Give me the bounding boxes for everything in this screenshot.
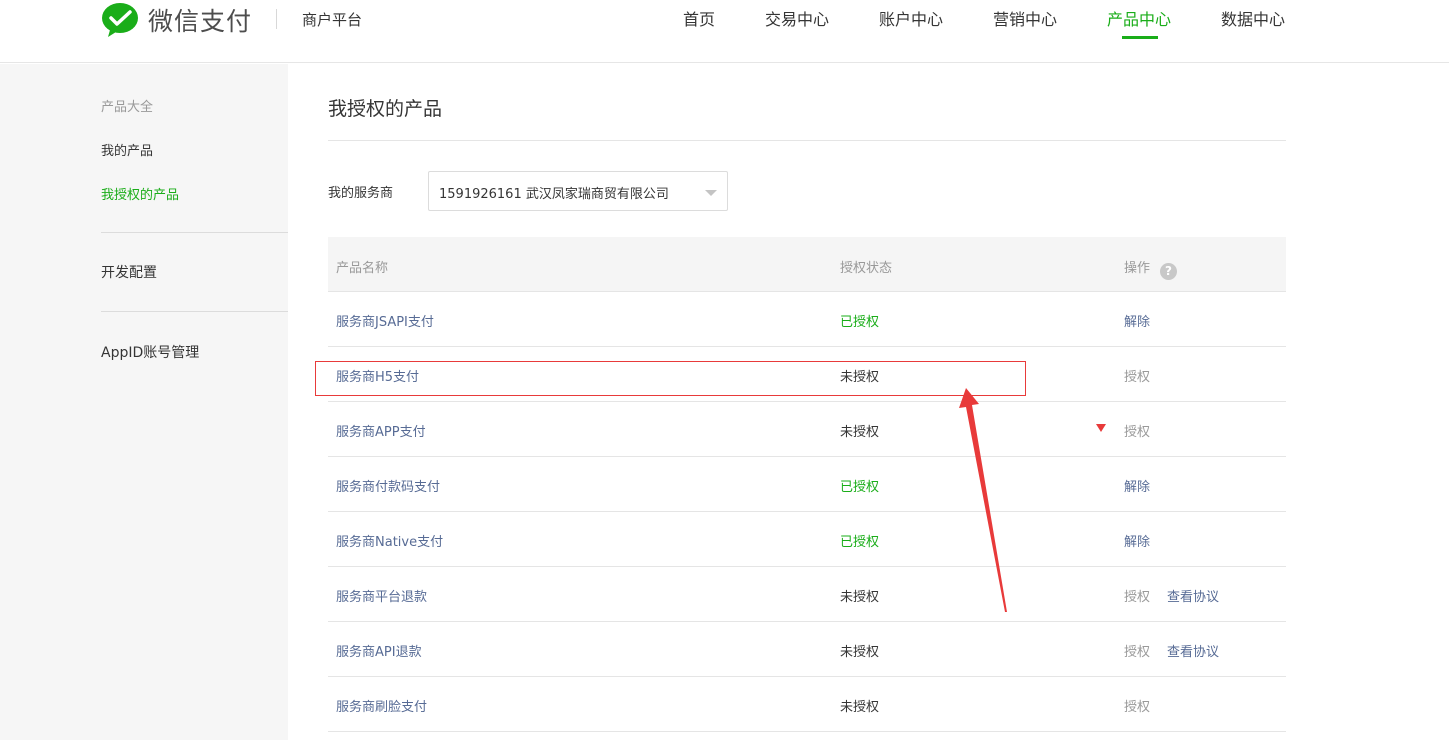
authorize-link[interactable]: 授权 [1124,421,1150,440]
table-row: 服务商刷脸支付 未授权 授权 [328,677,1286,732]
sidebar-section-title: 产品大全 [101,100,154,115]
revoke-link[interactable]: 解除 [1124,531,1150,550]
table-header: 产品名称 授权状态 操作? [328,237,1286,292]
sidebar-item-appid-manage[interactable]: AppID账号管理 [101,342,199,362]
product-name-link[interactable]: 服务商Native支付 [336,531,443,550]
header-operation-label: 操作 [1124,261,1151,276]
product-name-link[interactable]: 服务商平台退款 [336,586,427,605]
auth-status: 未授权 [840,700,880,715]
table-row: 服务商平台退款 未授权 授权 查看协议 [328,567,1286,622]
view-agreement-link[interactable]: 查看协议 [1167,641,1219,660]
sidebar-item-authorized-products[interactable]: 我授权的产品 [101,184,179,203]
product-name-link[interactable]: 服务商JSAPI支付 [336,311,434,330]
table-row: 服务商JSAPI支付 已授权 解除 [328,292,1286,347]
table-row: 服务商Native支付 已授权 解除 [328,512,1286,567]
authorize-link[interactable]: 授权 [1124,586,1150,605]
brand-name: 微信支付 [148,7,253,36]
table-row: 服务商付款码支付 已授权 解除 [328,457,1286,512]
auth-status: 已授权 [840,315,880,330]
auth-status: 已授权 [840,535,880,550]
nav-account-center[interactable]: 账户中心 [879,6,943,30]
nav-active-underline [1122,36,1158,39]
product-name-link[interactable]: 服务商刷脸支付 [336,696,427,715]
header-product-name: 产品名称 [336,261,389,276]
auth-status: 未授权 [840,425,880,440]
nav-home[interactable]: 首页 [683,6,715,30]
product-name-link[interactable]: 服务商APP支付 [336,421,426,440]
sidebar-divider [101,311,288,312]
authorize-link[interactable]: 授权 [1124,366,1150,385]
view-agreement-link[interactable]: 查看协议 [1167,586,1219,605]
authorize-link[interactable]: 授权 [1124,641,1150,660]
provider-filter-label: 我的服务商 [328,186,394,201]
revoke-link[interactable]: 解除 [1124,311,1150,330]
nav-product-center[interactable]: 产品中心 [1107,6,1171,30]
annotation-highlight-box [315,361,1026,396]
revoke-link[interactable]: 解除 [1124,476,1150,495]
sidebar-item-my-products[interactable]: 我的产品 [101,140,153,159]
auth-status: 已授权 [840,480,880,495]
sidebar-item-dev-config[interactable]: 开发配置 [101,262,157,282]
auth-status: 未授权 [840,590,880,605]
nav-marketing-center[interactable]: 营销中心 [993,6,1057,30]
product-name-link[interactable]: 服务商付款码支付 [336,476,440,495]
page-title: 我授权的产品 [328,98,443,120]
sidebar: 产品大全 我的产品 我授权的产品 开发配置 AppID账号管理 [0,64,288,740]
chevron-down-icon [705,190,717,196]
nav-data-center[interactable]: 数据中心 [1221,6,1285,30]
header-auth-status: 授权状态 [840,261,893,276]
provider-select[interactable]: 1591926161 武汉凤家瑞商贸有限公司 [428,171,728,211]
sidebar-divider [101,232,288,233]
provider-select-value: 1591926161 武汉凤家瑞商贸有限公司 [439,187,669,202]
header-operation: 操作? [1124,257,1178,280]
table-row: 服务商APP支付 未授权 授权 [328,402,1286,457]
title-divider [328,140,1286,141]
nav-trade-center[interactable]: 交易中心 [765,6,829,30]
top-bar: 微信支付 商户平台 首页 交易中心 账户中心 营销中心 产品中心 数据中心 [0,0,1449,63]
product-name-link[interactable]: 服务商API退款 [336,641,422,660]
auth-status: 未授权 [840,645,880,660]
help-icon[interactable]: ? [1160,263,1178,280]
table-row: 服务商API退款 未授权 授权 查看协议 [328,622,1286,677]
wechat-pay-logo-icon [102,3,138,37]
authorize-link[interactable]: 授权 [1124,696,1150,715]
brand-logo[interactable]: 微信支付 [101,2,252,38]
brand-divider [276,9,277,29]
platform-name: 商户平台 [302,11,363,29]
